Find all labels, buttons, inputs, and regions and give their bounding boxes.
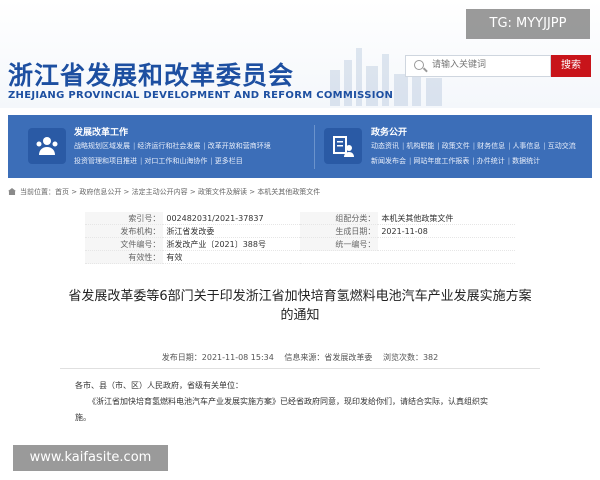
breadcrumb-item[interactable]: 政策文件及解读 (198, 188, 247, 196)
meta-key: 索引号： (85, 212, 164, 225)
document-title: 省发展改革委等6部门关于印发浙江省加快培育氢燃料电池汽车产业发展实施方案 的通知 (60, 287, 540, 325)
greeting-line: 各市、县（市、区）人民政府，省级有关单位： (75, 381, 243, 390)
nav-title-development[interactable]: 发展改革工作 (74, 125, 128, 138)
site-url-watermark: www.kaifasite.com (13, 445, 168, 471)
meta-key: 统一编号： (299, 237, 379, 251)
search-box[interactable] (405, 55, 552, 77)
nav-links-development-1: 战略规划区域发展 | 经济运行和社会发展 | 改革开放和营商环境 (74, 142, 271, 150)
breadcrumb-prefix: 当前位置： (20, 188, 55, 196)
breadcrumb-item[interactable]: 首页 (55, 188, 69, 196)
meta-key: 发布机构： (85, 224, 164, 238)
meta-key: 文件编号： (85, 237, 164, 251)
document-title-line: 的通知 (280, 308, 320, 323)
document-info-bar: 发布日期：2021-11-08 15:34 信息来源：省发展改革委 浏览次数：3… (60, 352, 540, 363)
document-meta-table: 索引号： 002482031/2021-37837 组配分类： 本机关其他政策文… (85, 212, 515, 264)
nav-links-open-government-2: 新闻发布会 | 网站年度工作报表 | 办件统计 | 数据统计 (371, 157, 541, 165)
meta-row: 文件编号： 浙发改产业〔2021〕388号 统一编号： (85, 237, 515, 251)
search-button[interactable]: 搜索 (551, 55, 591, 77)
nav-link[interactable]: 政策文件 (442, 142, 470, 150)
meta-value: 浙发改产业〔2021〕388号 (163, 237, 300, 251)
meta-row: 发布机构： 浙江省发改委 生成日期： 2021-11-08 (85, 224, 515, 238)
meta-key: 生成日期： (299, 224, 379, 238)
meta-value: 本机关其他政策文件 (378, 212, 515, 225)
nav-title-open-government[interactable]: 政务公开 (371, 125, 407, 138)
nav-link[interactable]: 机构职能 (406, 142, 434, 150)
info-source: 信息来源：省发展改革委 (284, 353, 373, 362)
meta-value: 2021-11-08 (378, 224, 515, 238)
nav-link[interactable]: 投资管理和项目推进 (74, 157, 137, 165)
body-paragraph-end: 施。 (75, 413, 91, 422)
divider (60, 368, 540, 369)
meta-value (378, 250, 515, 264)
breadcrumb-separator: > (121, 188, 132, 196)
meta-value: 浙江省发改委 (163, 224, 300, 238)
breadcrumb-item[interactable]: 政府信息公开 (79, 188, 121, 196)
breadcrumb: 当前位置：首页 > 政府信息公开 > 法定主动公开内容 > 政策文件及解读 > … (8, 187, 592, 201)
people-icon (28, 128, 66, 164)
watermark-tag: TG: MYYJJPP (466, 9, 590, 39)
search-icon (414, 60, 424, 70)
breadcrumb-separator: > (187, 188, 198, 196)
main-nav-panel: 发展改革工作 战略规划区域发展 | 经济运行和社会发展 | 改革开放和营商环境 投资管理… (8, 115, 592, 178)
document-person-icon (324, 128, 362, 164)
nav-link[interactable]: 数据统计 (512, 157, 540, 165)
nav-block-open-government: 政务公开 动态资讯 | 机构职能 | 政策文件 | 财务信息 | 人事信息 | 互动交流 新闻发布会… (314, 115, 592, 178)
nav-link[interactable]: 战略规划区域发展 (74, 142, 130, 150)
nav-link[interactable]: 改革开放和营商环境 (208, 142, 271, 150)
site-subtitle: ZHEJIANG PROVINCIAL DEVELOPMENT AND REFO… (8, 90, 394, 101)
home-icon (8, 188, 16, 195)
nav-links-development-2: 投资管理和项目推进 | 对口工作和山海协作 | 更多栏目 (74, 157, 243, 165)
nav-link[interactable]: 办件统计 (477, 157, 505, 165)
nav-link[interactable]: 新闻发布会 (371, 157, 406, 165)
view-count: 浏览次数：382 (382, 353, 439, 362)
meta-value: 002482031/2021-37837 (163, 212, 300, 225)
nav-link[interactable]: 财务信息 (477, 142, 505, 150)
nav-links-open-government-1: 动态资讯 | 机构职能 | 政策文件 | 财务信息 | 人事信息 | 互动交流 (371, 142, 576, 150)
body-paragraph: 《浙江省加快培育氢燃料电池汽车产业发展实施方案》已经省政府同意，现印发给你们，请… (88, 397, 488, 406)
nav-link[interactable]: 互动交流 (548, 142, 576, 150)
breadcrumb-separator: > (246, 188, 258, 196)
breadcrumb-separator: > (69, 188, 80, 196)
document-body: 各市、县（市、区）人民政府，省级有关单位： 《浙江省加快培育氢燃料电池汽车产业发… (75, 378, 525, 426)
publish-date: 发布日期：2021-11-08 15:34 (161, 353, 274, 362)
nav-link[interactable]: 更多栏目 (215, 157, 243, 165)
breadcrumb-item[interactable]: 本机关其他政策文件 (257, 188, 320, 196)
meta-value (378, 237, 515, 251)
search-input[interactable] (430, 59, 552, 71)
nav-link[interactable]: 经济运行和社会发展 (137, 142, 200, 150)
meta-row: 有效性： 有效 (85, 250, 515, 264)
nav-link[interactable]: 对口工作和山海协作 (144, 157, 207, 165)
meta-key: 有效性： (85, 250, 164, 264)
site-title[interactable]: 浙江省发展和改革委员会 (8, 56, 294, 92)
nav-block-development: 发展改革工作 战略规划区域发展 | 经济运行和社会发展 | 改革开放和营商环境 投资管理… (8, 115, 314, 178)
document-title-line: 省发展改革委等6部门关于印发浙江省加快培育氢燃料电池汽车产业发展实施方案 (68, 289, 532, 304)
nav-link[interactable]: 动态资讯 (371, 142, 399, 150)
nav-link[interactable]: 网站年度工作报表 (413, 157, 469, 165)
meta-key: 组配分类： (299, 212, 379, 225)
meta-value: 有效 (163, 250, 300, 264)
nav-link[interactable]: 人事信息 (512, 142, 540, 150)
breadcrumb-item[interactable]: 法定主动公开内容 (132, 188, 188, 196)
meta-row: 索引号： 002482031/2021-37837 组配分类： 本机关其他政策文… (85, 212, 515, 225)
meta-key (299, 250, 379, 264)
